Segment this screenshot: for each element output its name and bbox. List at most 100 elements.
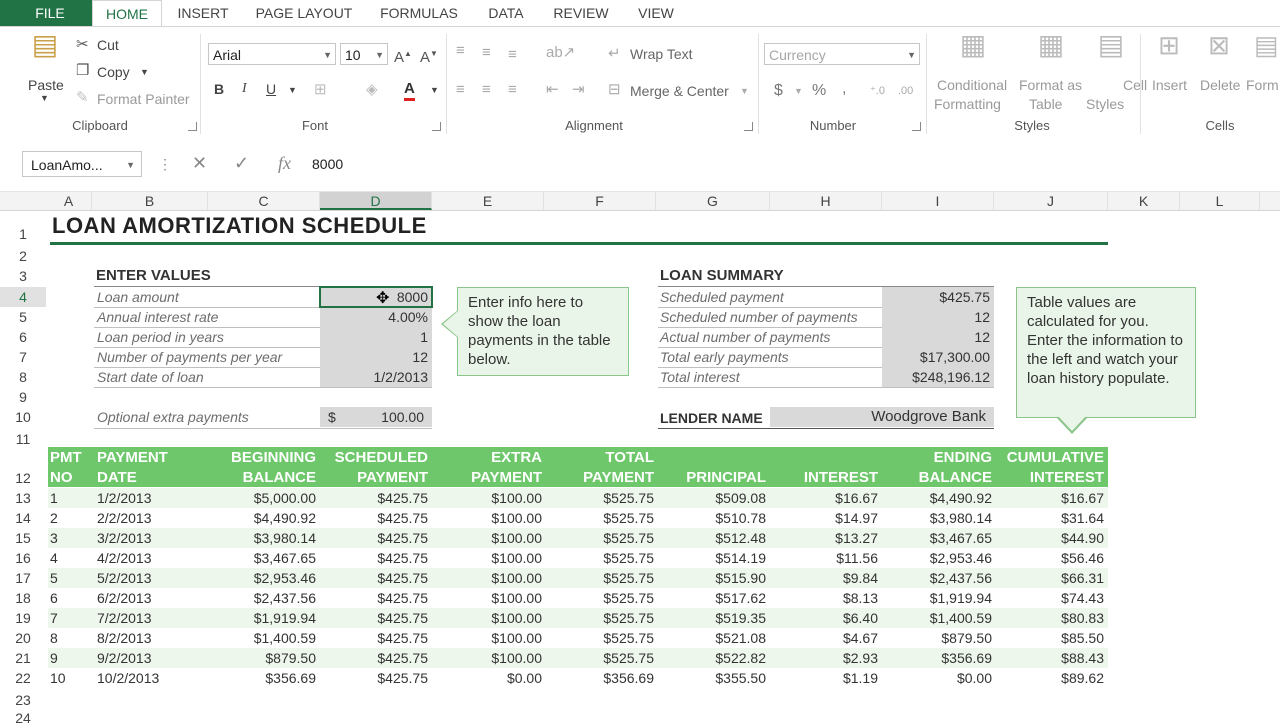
table-cell[interactable]: $100.00 (432, 568, 542, 588)
table-cell[interactable]: 6 (50, 588, 92, 608)
bold-button[interactable]: B (214, 81, 224, 97)
chevron-down-icon[interactable]: ▼ (430, 85, 439, 95)
column-header-l[interactable]: L (1180, 192, 1260, 210)
paste-button[interactable]: Paste (28, 77, 64, 93)
row-header[interactable]: 9 (0, 387, 46, 407)
table-cell[interactable]: $1,400.59 (882, 608, 992, 628)
table-cell[interactable]: $425.75 (320, 508, 428, 528)
decrease-font-icon[interactable]: A▼ (420, 45, 438, 67)
table-cell[interactable]: $512.48 (656, 528, 766, 548)
table-cell[interactable]: $4,490.92 (882, 488, 992, 508)
tab-review[interactable]: REVIEW (548, 0, 614, 26)
comma-format-button[interactable]: , (842, 80, 846, 98)
delete-cells-icon[interactable]: ⊠ (1204, 32, 1234, 70)
table-cell[interactable]: $5,000.00 (208, 488, 316, 508)
tab-formulas[interactable]: FORMULAS (374, 0, 464, 26)
underline-button[interactable]: U (266, 81, 276, 97)
table-cell[interactable]: $525.75 (544, 628, 654, 648)
table-cell[interactable]: $521.08 (656, 628, 766, 648)
table-cell[interactable]: 7 (50, 608, 92, 628)
cell-styles-label[interactable]: Styles (1086, 96, 1124, 112)
name-box[interactable]: LoanAmo... ▼ (22, 151, 142, 177)
row-header[interactable]: 3 (0, 266, 46, 286)
align-bottom-icon[interactable]: ≡ (508, 46, 517, 64)
row-header[interactable]: 19 (0, 608, 46, 628)
delete-button[interactable]: Delete (1200, 77, 1240, 93)
row-header[interactable]: 22 (0, 668, 46, 688)
row-header[interactable]: 6 (0, 327, 46, 347)
table-cell[interactable]: $425.75 (320, 648, 428, 668)
table-cell[interactable]: $1,400.59 (208, 628, 316, 648)
table-cell[interactable]: $519.35 (656, 608, 766, 628)
table-cell[interactable]: $100.00 (432, 508, 542, 528)
table-cell[interactable]: 1 (50, 488, 92, 508)
column-header-k[interactable]: K (1108, 192, 1180, 210)
chevron-down-icon[interactable]: ▼ (288, 85, 297, 95)
increase-font-icon[interactable]: A▲ (394, 45, 412, 67)
align-center-icon[interactable]: ≡ (482, 81, 491, 99)
table-cell[interactable]: $16.67 (994, 488, 1104, 508)
table-cell[interactable]: $425.75 (320, 588, 428, 608)
align-left-icon[interactable]: ≡ (456, 81, 465, 99)
table-cell[interactable]: $879.50 (882, 628, 992, 648)
cell-styles-button[interactable]: Cell (1123, 77, 1147, 93)
dialog-launcher-icon[interactable] (912, 122, 921, 131)
row-header[interactable]: 2 (0, 246, 46, 266)
table-cell[interactable]: $356.69 (882, 648, 992, 668)
table-cell[interactable]: $355.50 (656, 668, 766, 688)
format-painter-button[interactable]: Format Painter (97, 91, 190, 107)
table-cell[interactable]: $13.27 (770, 528, 878, 548)
cancel-icon[interactable]: ✕ (192, 153, 207, 174)
row-header[interactable]: 21 (0, 648, 46, 668)
column-header-b[interactable]: B (92, 192, 208, 210)
chevron-down-icon[interactable]: ▼ (794, 86, 803, 96)
percent-format-button[interactable]: % (812, 82, 826, 100)
enter-icon[interactable]: ✓ (234, 153, 249, 174)
table-cell[interactable]: $16.67 (770, 488, 878, 508)
table-cell[interactable]: 10/2/2013 (97, 668, 207, 688)
font-color-icon[interactable]: A (404, 80, 415, 101)
dialog-launcher-icon[interactable] (744, 122, 753, 131)
table-cell[interactable]: 8 (50, 628, 92, 648)
table-cell[interactable]: 7/2/2013 (97, 608, 207, 628)
table-cell[interactable]: $1,919.94 (882, 588, 992, 608)
table-cell[interactable]: $100.00 (432, 528, 542, 548)
table-cell[interactable]: $517.62 (656, 588, 766, 608)
table-cell[interactable]: $4.67 (770, 628, 878, 648)
increase-decimal-icon[interactable]: ⁺.0 (870, 82, 885, 100)
row-header[interactable]: 16 (0, 548, 46, 568)
table-cell[interactable]: $3,980.14 (882, 508, 992, 528)
input-value-cell[interactable]: 4.00% (320, 307, 432, 327)
table-cell[interactable]: $2,953.46 (208, 568, 316, 588)
row-header[interactable]: 12 (0, 448, 46, 488)
insert-cells-icon[interactable]: ⊞ (1154, 32, 1184, 70)
lender-name-value[interactable]: Woodgrove Bank (770, 407, 994, 427)
conditional-formatting-label[interactable]: Formatting (934, 96, 1001, 112)
table-cell[interactable]: $525.75 (544, 548, 654, 568)
table-cell[interactable]: $0.00 (882, 668, 992, 688)
table-cell[interactable]: $80.83 (994, 608, 1104, 628)
table-cell[interactable]: 5/2/2013 (97, 568, 207, 588)
table-cell[interactable]: $14.97 (770, 508, 878, 528)
dialog-launcher-icon[interactable] (432, 122, 441, 131)
table-cell[interactable]: $425.75 (320, 628, 428, 648)
wrap-text-button[interactable]: Wrap Text (630, 46, 693, 62)
table-cell[interactable]: $1,919.94 (208, 608, 316, 628)
align-right-icon[interactable]: ≡ (508, 81, 517, 99)
tab-data[interactable]: DATA (480, 0, 532, 26)
table-cell[interactable]: $85.50 (994, 628, 1104, 648)
column-header-i[interactable]: I (882, 192, 994, 210)
table-cell[interactable]: 5 (50, 568, 92, 588)
table-cell[interactable]: $1.19 (770, 668, 878, 688)
input-value-cell[interactable]: 1/2/2013 (320, 367, 432, 387)
tab-home[interactable]: HOME (92, 0, 162, 26)
tab-page-layout[interactable]: PAGE LAYOUT (248, 0, 360, 26)
table-cell[interactable]: $510.78 (656, 508, 766, 528)
input-value-cell[interactable]: 12 (320, 347, 432, 367)
scissors-icon[interactable]: ✂ (76, 36, 89, 54)
table-cell[interactable]: $66.31 (994, 568, 1104, 588)
row-header[interactable]: 18 (0, 588, 46, 608)
table-cell[interactable]: $425.75 (320, 528, 428, 548)
column-header-a[interactable]: A (46, 192, 92, 210)
input-value-cell[interactable]: 1 (320, 327, 432, 347)
